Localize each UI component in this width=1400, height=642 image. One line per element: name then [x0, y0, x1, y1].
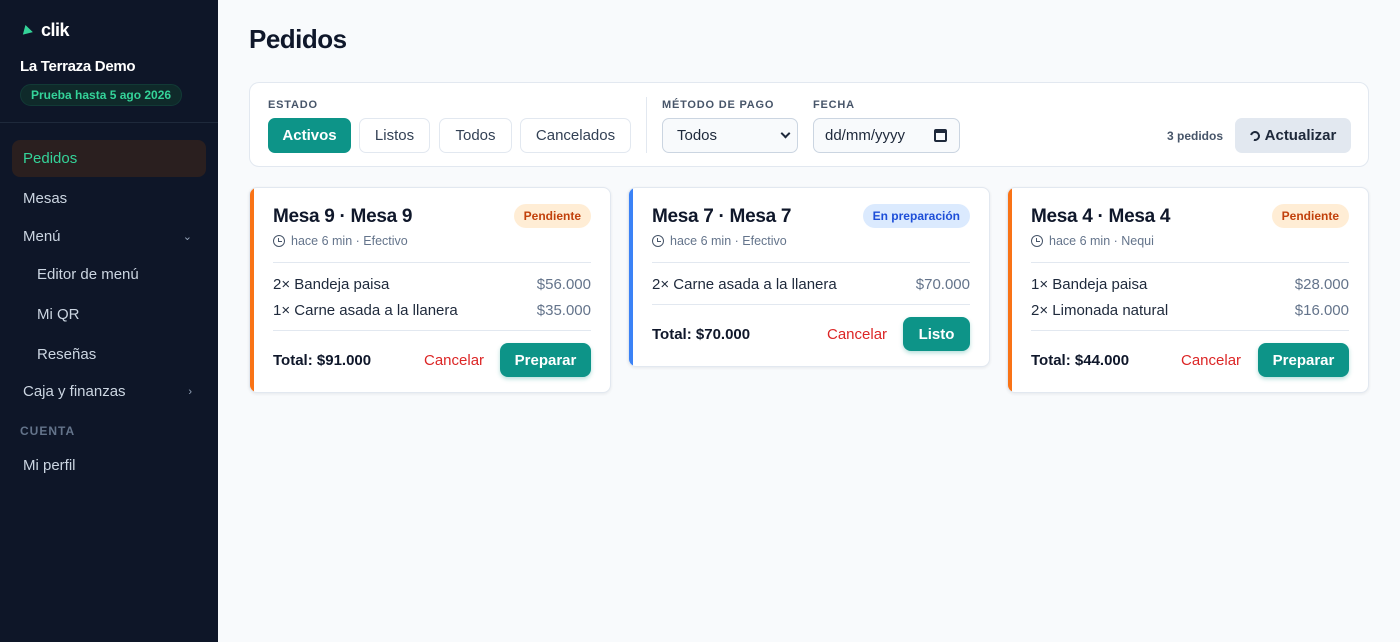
sidebar-item-resenas[interactable]: Reseñas: [12, 336, 206, 373]
order-count: 3 pedidos: [1166, 129, 1223, 143]
sidebar-item-mesas[interactable]: Mesas: [12, 180, 206, 217]
sidebar-item-editor-menu[interactable]: Editor de menú: [12, 256, 206, 293]
order-total: Total: $70.000: [652, 326, 751, 343]
restaurant-name: La Terraza Demo: [20, 58, 136, 75]
cancel-button[interactable]: Cancelar: [1181, 352, 1241, 369]
clock-icon: [273, 235, 285, 247]
sidebar-item-mi-perfil[interactable]: Mi perfil: [12, 447, 206, 484]
card-accent-bar: [629, 188, 633, 366]
order-line-item: 2× Carne asada a la llanera $70.000: [652, 276, 970, 293]
order-meta-text: hace 6 min · Nequi: [1049, 234, 1154, 248]
sidebar-item-label: Mi QR: [37, 306, 80, 323]
refresh-button[interactable]: Actualizar: [1235, 118, 1351, 153]
brand-logo[interactable]: clik: [22, 20, 70, 41]
order-card: Mesa 4 · Mesa 4 Pendiente hace 6 min · N…: [1007, 187, 1369, 393]
order-meta: hace 6 min · Efectivo: [652, 234, 787, 248]
line-item-price: $16.000: [1294, 302, 1349, 319]
line-item-price: $70.000: [915, 276, 970, 293]
status-badge: En preparación: [862, 204, 970, 228]
sidebar-item-mi-qr[interactable]: Mi QR: [12, 296, 206, 333]
estado-cancelados-button[interactable]: Cancelados: [520, 118, 631, 153]
order-meta: hace 6 min · Efectivo: [273, 234, 408, 248]
order-title: Mesa 4 · Mesa 4: [1031, 206, 1171, 227]
estado-listos-button[interactable]: Listos: [359, 118, 430, 153]
cancel-button[interactable]: Cancelar: [827, 326, 887, 343]
card-divider: [652, 304, 970, 305]
metodo-pago-value: Todos: [677, 127, 718, 144]
sidebar-divider: [0, 122, 218, 123]
sidebar-item-pedidos[interactable]: Pedidos: [12, 140, 206, 177]
estado-activos-button[interactable]: Activos: [268, 118, 351, 153]
fecha-input[interactable]: dd/mm/yyyy: [813, 118, 960, 153]
card-divider: [273, 330, 591, 331]
section-label-cuenta: CUENTA: [20, 424, 76, 438]
card-accent-bar: [1008, 188, 1012, 392]
sidebar-item-caja-finanzas[interactable]: Caja y finanzas ›: [12, 373, 206, 410]
ready-button[interactable]: Listo: [903, 317, 970, 351]
clock-icon: [652, 235, 664, 247]
card-divider: [1031, 330, 1349, 331]
chevron-right-icon: ›: [188, 385, 192, 398]
order-line-item: 1× Bandeja paisa $28.000: [1031, 276, 1349, 293]
line-item-price: $56.000: [536, 276, 591, 293]
brand-name: clik: [41, 20, 70, 40]
order-title: Mesa 7 · Mesa 7: [652, 206, 792, 227]
card-accent-bar: [250, 188, 254, 392]
order-meta: hace 6 min · Nequi: [1031, 234, 1154, 248]
order-total: Total: $91.000: [273, 352, 372, 369]
cancel-button[interactable]: Cancelar: [424, 352, 484, 369]
sidebar-item-label: Editor de menú: [37, 266, 139, 283]
line-item-name: 2× Limonada natural: [1031, 302, 1169, 319]
card-divider: [273, 262, 591, 263]
refresh-icon: [1247, 128, 1262, 143]
line-item-name: 2× Bandeja paisa: [273, 276, 390, 293]
page-title: Pedidos: [249, 24, 347, 54]
card-divider: [1031, 262, 1349, 263]
estado-label: ESTADO: [268, 99, 318, 111]
filter-separator: [646, 97, 647, 153]
brand-play-icon: [22, 24, 35, 37]
sidebar-item-menu[interactable]: Menú ⌄: [12, 218, 206, 255]
line-item-name: 1× Carne asada a la llanera: [273, 302, 458, 319]
sidebar-item-label: Mi perfil: [23, 457, 76, 474]
chevron-down-icon: [780, 128, 791, 139]
trial-badge: Prueba hasta 5 ago 2026: [20, 84, 183, 106]
order-total: Total: $44.000: [1031, 352, 1130, 369]
line-item-name: 2× Carne asada a la llanera: [652, 276, 837, 293]
line-item-price: $35.000: [536, 302, 591, 319]
sidebar-item-label: Menú: [23, 228, 61, 245]
estado-todos-button[interactable]: Todos: [439, 118, 512, 153]
order-card: Mesa 9 · Mesa 9 Pendiente hace 6 min · E…: [249, 187, 611, 393]
sidebar-item-label: Pedidos: [23, 150, 78, 167]
fecha-placeholder: dd/mm/yyyy: [825, 127, 906, 144]
sidebar: clik La Terraza Demo Prueba hasta 5 ago …: [0, 0, 218, 642]
fecha-label: FECHA: [813, 99, 855, 111]
order-meta-text: hace 6 min · Efectivo: [670, 234, 787, 248]
prepare-button[interactable]: Preparar: [1258, 343, 1349, 377]
metodo-pago-label: MÉTODO DE PAGO: [662, 99, 775, 111]
order-line-item: 1× Carne asada a la llanera $35.000: [273, 302, 591, 319]
card-divider: [652, 262, 970, 263]
refresh-label: Actualizar: [1264, 127, 1337, 144]
chevron-down-icon: ⌄: [182, 231, 192, 243]
order-line-item: 2× Limonada natural $16.000: [1031, 302, 1349, 319]
sidebar-item-label: Mesas: [23, 190, 68, 207]
line-item-name: 1× Bandeja paisa: [1031, 276, 1148, 293]
order-card: Mesa 7 · Mesa 7 En preparación hace 6 mi…: [628, 187, 990, 367]
status-badge: Pendiente: [513, 204, 591, 228]
sidebar-item-label: Reseñas: [37, 346, 97, 363]
sidebar-item-label: Caja y finanzas: [23, 383, 126, 400]
line-item-price: $28.000: [1294, 276, 1349, 293]
order-title: Mesa 9 · Mesa 9: [273, 206, 413, 227]
status-badge: Pendiente: [1271, 204, 1349, 228]
filter-bar: ESTADO Activos Listos Todos Cancelados M…: [249, 82, 1369, 167]
calendar-icon[interactable]: [934, 129, 947, 142]
order-line-item: 2× Bandeja paisa $56.000: [273, 276, 591, 293]
prepare-button[interactable]: Preparar: [500, 343, 591, 377]
metodo-pago-select[interactable]: Todos: [662, 118, 798, 153]
clock-icon: [1031, 235, 1043, 247]
order-meta-text: hace 6 min · Efectivo: [291, 234, 408, 248]
